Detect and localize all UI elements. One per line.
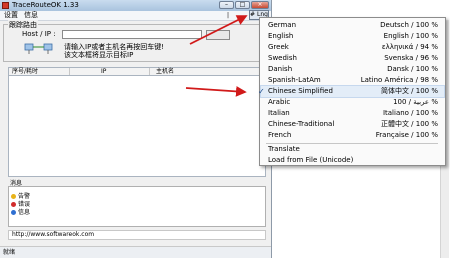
annotation-arrow-chinese-item (185, 86, 247, 97)
annotation-arrows (185, 15, 248, 97)
annotation-arrow-language-button (189, 15, 248, 45)
